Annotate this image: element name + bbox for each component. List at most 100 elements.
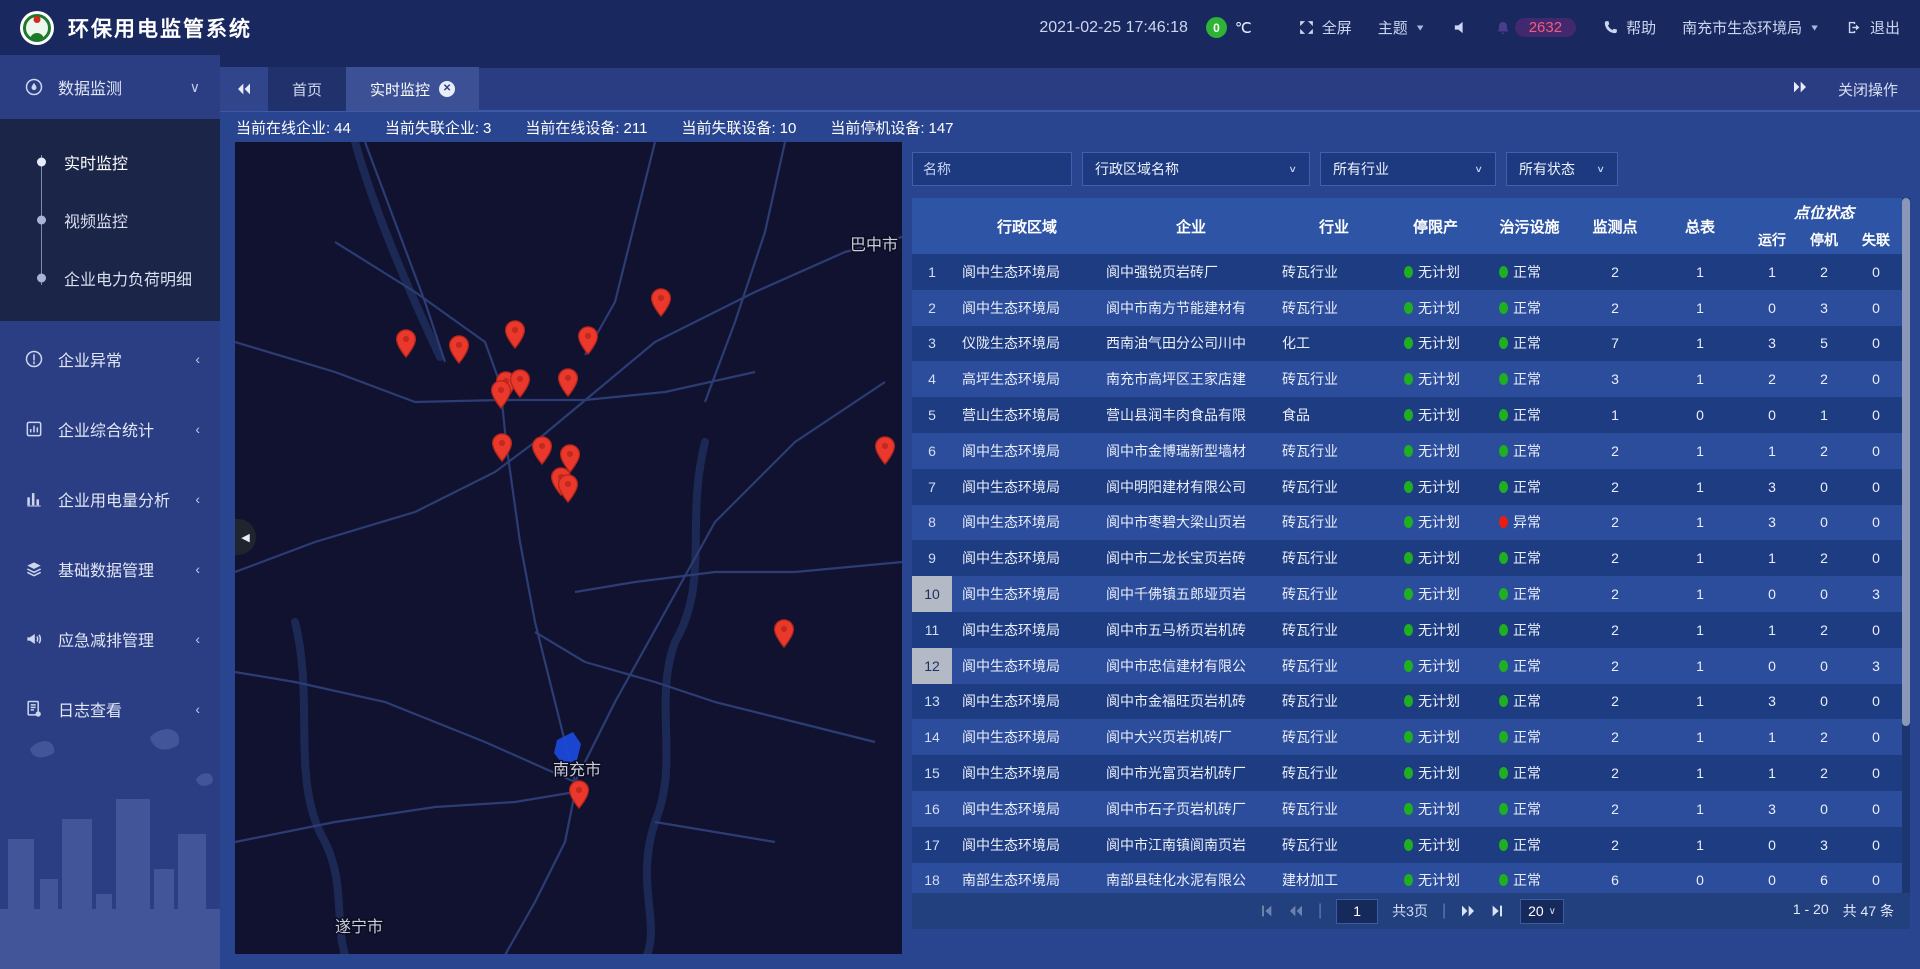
region-select[interactable]: 行政区域名称∨ bbox=[1082, 152, 1310, 186]
prev-page-button[interactable] bbox=[1288, 904, 1304, 918]
sidebar-subitem[interactable]: 企业电力负荷明细 bbox=[0, 249, 220, 307]
status-select[interactable]: 所有状态∨ bbox=[1506, 152, 1618, 186]
col-region: 行政区域 bbox=[952, 198, 1102, 254]
page-number-input[interactable] bbox=[1336, 899, 1378, 924]
sidebar-item-企业用电量分析[interactable]: 企业用电量分析 ‹ bbox=[0, 467, 220, 531]
map-canvas[interactable]: 巴中市南充市遂宁市 bbox=[235, 142, 902, 954]
scrollbar-thumb[interactable] bbox=[1902, 198, 1910, 726]
table-row[interactable]: 3 仪陇生态环境局 西南油气田分公司川中 化工 无计划 正常 7 1 3 5 0 bbox=[912, 326, 1910, 362]
tab-实时监控[interactable]: 实时监控 ✕ bbox=[346, 67, 479, 111]
table-row[interactable]: 7 阆中生态环境局 阆中明阳建材有限公司 砖瓦行业 无计划 正常 2 1 3 0… bbox=[912, 469, 1910, 505]
page-size-select[interactable]: 20∨ bbox=[1520, 899, 1564, 924]
cell-monitor-count: 2 bbox=[1576, 622, 1654, 638]
row-number: 16 bbox=[912, 791, 952, 827]
industry-select[interactable]: 所有行业∨ bbox=[1320, 152, 1496, 186]
stat-value: 211 bbox=[624, 120, 648, 137]
sidebar-item-应急减排管理[interactable]: 应急减排管理 ‹ bbox=[0, 607, 220, 671]
cell-monitor-count: 2 bbox=[1576, 264, 1654, 280]
table-row[interactable]: 6 阆中生态环境局 阆中市金博瑞新型墙材 砖瓦行业 无计划 正常 2 1 1 2… bbox=[912, 433, 1910, 469]
sound-toggle-button[interactable] bbox=[1452, 19, 1469, 36]
last-page-button[interactable] bbox=[1490, 904, 1506, 918]
cell-lost-count: 0 bbox=[1850, 479, 1902, 495]
table-row[interactable]: 8 阆中生态环境局 阆中市枣碧大梁山页岩 砖瓦行业 无计划 异常 2 1 3 0… bbox=[912, 505, 1910, 541]
cell-facility-status: 正常 bbox=[1483, 691, 1576, 711]
cell-stop-status: 无计划 bbox=[1388, 512, 1483, 532]
cell-monitor-count: 2 bbox=[1576, 658, 1654, 674]
status-dot bbox=[1499, 660, 1508, 672]
fullscreen-button[interactable]: 全屏 bbox=[1298, 17, 1352, 38]
cell-meter-count: 1 bbox=[1654, 729, 1746, 745]
user-dropdown[interactable]: 南充市生态环境局▼ bbox=[1682, 17, 1820, 38]
sidebar-subitem-label: 视频监控 bbox=[64, 208, 128, 232]
cell-stop-status: 无计划 bbox=[1388, 763, 1483, 783]
enterprise-panel: 行政区域名称∨ 所有行业∨ 所有状态∨ 行政区域 企业 行业 停限产 治污设施 bbox=[912, 142, 1910, 954]
sidebar-item-基础数据管理[interactable]: 基础数据管理 ‹ bbox=[0, 537, 220, 601]
map-panel[interactable]: 巴中市南充市遂宁市 ◀ bbox=[235, 142, 902, 954]
table-row[interactable]: 11 阆中生态环境局 阆中市五马桥页岩机砖 砖瓦行业 无计划 正常 2 1 1 … bbox=[912, 612, 1910, 648]
cell-meter-count: 1 bbox=[1654, 801, 1746, 817]
sidebar-item-企业综合统计[interactable]: 企业综合统计 ‹ bbox=[0, 397, 220, 461]
logout-button[interactable]: 退出 bbox=[1846, 17, 1900, 38]
cell-facility-status: 正常 bbox=[1483, 298, 1576, 318]
cell-company: 阆中市江南镇阆南页岩 bbox=[1102, 835, 1280, 855]
table-scrollbar[interactable] bbox=[1902, 198, 1910, 893]
table-row[interactable]: 16 阆中生态环境局 阆中市石子页岩机砖厂 砖瓦行业 无计划 正常 2 1 3 … bbox=[912, 791, 1910, 827]
status-dot bbox=[1499, 624, 1508, 636]
table-row[interactable]: 4 高坪生态环境局 南充市高坪区王家店建 砖瓦行业 无计划 正常 3 1 2 2… bbox=[912, 361, 1910, 397]
name-search-input[interactable] bbox=[912, 152, 1072, 186]
logout-icon bbox=[1846, 19, 1863, 36]
double-chevron-right-icon bbox=[1792, 80, 1808, 94]
cell-monitor-count: 2 bbox=[1576, 729, 1654, 745]
tab-bar: 首页 实时监控 ✕ 关闭操作 bbox=[220, 55, 1920, 112]
table-row[interactable]: 1 阆中生态环境局 阆中强锐页岩砖厂 砖瓦行业 无计划 正常 2 1 1 2 0 bbox=[912, 254, 1910, 290]
cell-monitor-count: 2 bbox=[1576, 550, 1654, 566]
cell-meter-count: 1 bbox=[1654, 550, 1746, 566]
table-row[interactable]: 12 阆中生态环境局 阆中市忠信建材有限公 砖瓦行业 无计划 正常 2 1 0 … bbox=[912, 648, 1910, 684]
table-row[interactable]: 18 南部生态环境局 南部县硅化水泥有限公 建材加工 无计划 正常 6 0 0 … bbox=[912, 863, 1910, 893]
table-row[interactable]: 5 营山生态环境局 营山县润丰肉食品有限 食品 无计划 正常 1 0 0 1 0 bbox=[912, 397, 1910, 433]
close-operations-button[interactable]: 关闭操作 bbox=[1838, 79, 1898, 100]
cell-stop-status: 无计划 bbox=[1388, 691, 1483, 711]
sidebar-item-日志查看[interactable]: 日志查看 ‹ bbox=[0, 677, 220, 741]
cell-halt-count: 2 bbox=[1798, 622, 1850, 638]
cell-stop-status: 无计划 bbox=[1388, 369, 1483, 389]
table-row[interactable]: 10 阆中生态环境局 阆中千佛镇五郎垭页岩 砖瓦行业 无计划 正常 2 1 0 … bbox=[912, 576, 1910, 612]
status-dot bbox=[1499, 552, 1508, 564]
sidebar-subitem[interactable]: 视频监控 bbox=[0, 191, 220, 249]
cell-industry: 砖瓦行业 bbox=[1280, 369, 1388, 389]
main-content: 当前在线企业:44 当前失联企业:3 当前在线设备:211 当前失联设备:10 … bbox=[220, 112, 1920, 969]
cell-meter-count: 1 bbox=[1654, 264, 1746, 280]
datetime: 2021-02-25 17:46:18 bbox=[1039, 19, 1188, 37]
table-row[interactable]: 9 阆中生态环境局 阆中市二龙长宝页岩砖 砖瓦行业 无计划 正常 2 1 1 2… bbox=[912, 540, 1910, 576]
status-dot bbox=[1499, 767, 1508, 779]
next-page-button[interactable] bbox=[1460, 904, 1476, 918]
top-header: 环保用电监管系统 2021-02-25 17:46:18 0 ℃ 全屏 主题▼ … bbox=[0, 0, 1920, 55]
temperature-unit: ℃ bbox=[1235, 19, 1252, 37]
notifications-button[interactable]: 2632 bbox=[1495, 18, 1576, 37]
sidebar-item-企业异常[interactable]: 企业异常 ‹ bbox=[0, 327, 220, 391]
cell-lost-count: 0 bbox=[1850, 443, 1902, 459]
tab-close-icon[interactable]: ✕ bbox=[439, 81, 455, 97]
table-row[interactable]: 2 阆中生态环境局 阆中市南方节能建材有 砖瓦行业 无计划 正常 2 1 0 3… bbox=[912, 290, 1910, 326]
status-dot bbox=[1499, 695, 1508, 707]
cell-lost-count: 0 bbox=[1850, 407, 1902, 423]
cell-region: 阆中生态环境局 bbox=[952, 262, 1102, 282]
tab-首页[interactable]: 首页 bbox=[268, 67, 346, 111]
first-page-button[interactable] bbox=[1258, 904, 1274, 918]
power-analysis-icon bbox=[24, 489, 44, 509]
emergency-icon bbox=[24, 629, 44, 649]
table-row[interactable]: 17 阆中生态环境局 阆中市江南镇阆南页岩 砖瓦行业 无计划 正常 2 1 0 … bbox=[912, 827, 1910, 863]
sidebar-subitem[interactable]: 实时监控 bbox=[0, 133, 220, 191]
help-button[interactable]: 帮助 bbox=[1602, 17, 1656, 38]
tabs-scroll-left-button[interactable] bbox=[220, 67, 268, 111]
cell-lost-count: 0 bbox=[1850, 550, 1902, 566]
table-row[interactable]: 15 阆中生态环境局 阆中市光富页岩机砖厂 砖瓦行业 无计划 正常 2 1 1 … bbox=[912, 755, 1910, 791]
theme-dropdown[interactable]: 主题▼ bbox=[1378, 17, 1426, 38]
table-row[interactable]: 13 阆中生态环境局 阆中市金福旺页岩机砖 砖瓦行业 无计划 正常 2 1 3 … bbox=[912, 684, 1910, 720]
tabs-scroll-right-button[interactable] bbox=[1792, 80, 1808, 98]
map-city-label: 遂宁市 bbox=[335, 918, 383, 936]
status-dot bbox=[1404, 302, 1413, 314]
table-row[interactable]: 14 阆中生态环境局 阆中大兴页岩机砖厂 砖瓦行业 无计划 正常 2 1 1 2… bbox=[912, 719, 1910, 755]
cell-run-count: 3 bbox=[1746, 693, 1798, 709]
sidebar-item-数据监测[interactable]: 数据监测 ∨ bbox=[0, 55, 220, 119]
